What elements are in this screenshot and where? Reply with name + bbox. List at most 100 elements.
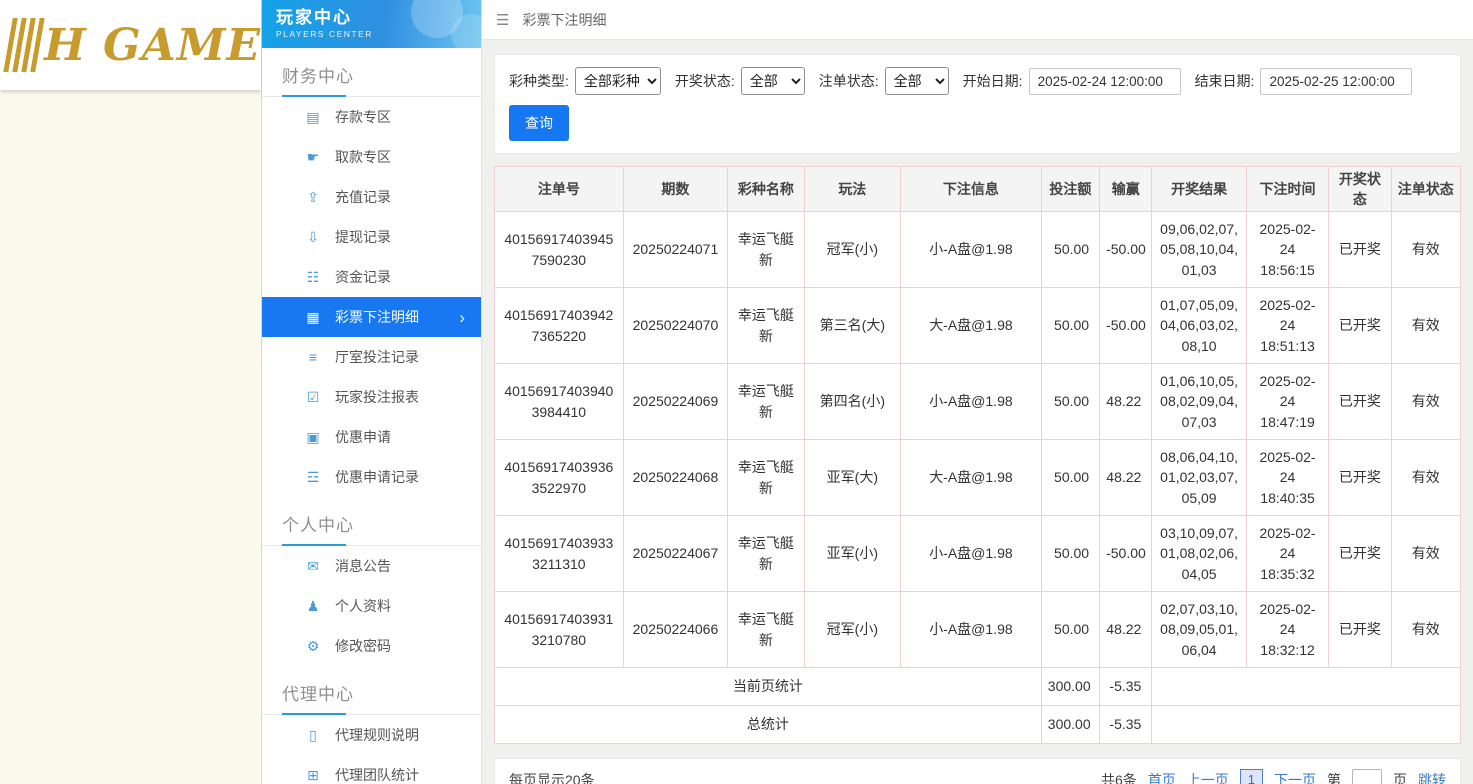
table-cell: 20250224070	[623, 288, 728, 364]
logo-text: H GAME	[44, 20, 261, 71]
table-cell: 401569174039427365220	[495, 288, 624, 364]
sidebar-item-withdrawal-record[interactable]: ⇩提现记录	[262, 217, 481, 257]
lottery-bet-detail-icon: ▦	[304, 309, 322, 326]
jump-button[interactable]: 跳转	[1418, 770, 1446, 784]
sidebar-item-label: 取款专区	[335, 147, 391, 167]
end-date-input[interactable]	[1260, 68, 1412, 95]
table-cell: 小-A盘@1.98	[901, 592, 1042, 668]
table-cell: 幸运飞艇新	[728, 212, 804, 288]
table-cell: 有效	[1391, 288, 1460, 364]
table-cell: 冠军(小)	[804, 592, 900, 668]
total-count: 共6条	[1101, 770, 1137, 784]
table-cell: 50.00	[1041, 440, 1099, 516]
table-cell: 已开奖	[1329, 440, 1391, 516]
order-status-select[interactable]: 全部	[885, 67, 949, 95]
column-header: 下注时间	[1246, 167, 1328, 212]
end-date-filter: 结束日期:	[1195, 68, 1413, 95]
sidebar-item-label: 充值记录	[335, 187, 391, 207]
summary-winloss-total: -5.35	[1100, 668, 1152, 706]
table-row: 40156917403942736522020250224070幸运飞艇新第三名…	[495, 288, 1461, 364]
sidebar-section-title: 财务中心	[262, 48, 481, 97]
recharge-record-icon: ⇪	[304, 189, 322, 206]
per-page-info: 每页显示20条	[509, 770, 595, 784]
table-cell: 2025-02-24 18:40:35	[1246, 440, 1328, 516]
sidebar-item-lottery-bet-detail[interactable]: ▦彩票下注明细›	[262, 297, 481, 337]
summary-bet-total: 300.00	[1041, 706, 1099, 744]
sidebar-item-withdraw[interactable]: ☛ 取款专区	[262, 137, 481, 177]
sidebar-item-team-stats[interactable]: ⊞代理团队统计	[262, 755, 481, 784]
sidebar-item-hall-bet-record[interactable]: ≡厅室投注记录	[262, 337, 481, 377]
team-stats-icon: ⊞	[304, 767, 322, 784]
promo-apply-record-icon: ☲	[304, 469, 322, 486]
summary-empty-cell	[1152, 706, 1461, 744]
first-page-link[interactable]: 首页	[1148, 770, 1176, 784]
sidebar-item-label: 玩家投注报表	[335, 387, 419, 407]
sidebar-item-player-bet-report[interactable]: ☑ 玩家投注报表	[262, 377, 481, 417]
search-button[interactable]: 查询	[509, 105, 569, 141]
current-page-indicator[interactable]: 1	[1240, 769, 1263, 784]
table-row: 40156917403936352297020250224068幸运飞艇新亚军(…	[495, 440, 1461, 516]
table-cell: 已开奖	[1329, 212, 1391, 288]
table-cell: -50.00	[1100, 288, 1152, 364]
sidebar-section-title: 个人中心	[262, 497, 481, 546]
table-cell: 幸运飞艇新	[728, 516, 804, 592]
table-cell: 20250224069	[623, 364, 728, 440]
next-page-link[interactable]: 下一页	[1274, 770, 1316, 784]
table-cell: 大-A盘@1.98	[901, 288, 1042, 364]
sidebar-item-bell[interactable]: ✉消息公告	[262, 546, 481, 586]
table-cell: 48.22	[1100, 364, 1152, 440]
column-header: 投注额	[1041, 167, 1099, 212]
sidebar-item-gear[interactable]: ⚙修改密码	[262, 626, 481, 666]
lottery-type-filter: 彩种类型: 全部彩种	[509, 67, 661, 95]
table-cell: 幸运飞艇新	[728, 288, 804, 364]
sidebar-item-deposit[interactable]: ▤存款专区	[262, 97, 481, 137]
bet-table-card: 注单号期数彩种名称玩法下注信息投注额输赢开奖结果下注时间开奖状态注单状态 401…	[494, 166, 1461, 744]
table-cell: 小-A盘@1.98	[901, 516, 1042, 592]
main: ☰ 彩票下注明细 彩种类型: 全部彩种 开奖状态: 全部	[482, 0, 1473, 784]
sidebar-item-promo-apply-record[interactable]: ☲优惠申请记录	[262, 457, 481, 497]
table-cell: 50.00	[1041, 592, 1099, 668]
sidebar-header: 玩家中心 PLAYERS CENTER	[262, 0, 481, 48]
sidebar-item-document[interactable]: ▯代理规则说明	[262, 715, 481, 755]
prev-page-link[interactable]: 上一页	[1187, 770, 1229, 784]
column-header: 彩种名称	[728, 167, 804, 212]
page-title: 彩票下注明细	[522, 10, 606, 30]
table-cell: 亚军(大)	[804, 440, 900, 516]
draw-status-select[interactable]: 全部	[741, 67, 805, 95]
order-status-label: 注单状态:	[819, 71, 879, 91]
sidebar-item-label: 消息公告	[335, 556, 391, 576]
menu-toggle-icon[interactable]: ☰	[496, 11, 509, 29]
column-header: 注单号	[495, 167, 624, 212]
lottery-type-select[interactable]: 全部彩种	[575, 67, 661, 95]
sidebar-item-label: 资金记录	[335, 267, 391, 287]
table-cell: -50.00	[1100, 516, 1152, 592]
table-cell: 有效	[1391, 592, 1460, 668]
table-cell: 2025-02-24 18:47:19	[1246, 364, 1328, 440]
sidebar-item-funds-record[interactable]: ☷资金记录	[262, 257, 481, 297]
page-jump-input[interactable]	[1352, 769, 1382, 784]
sidebar-item-recharge-record[interactable]: ⇪ 充值记录	[262, 177, 481, 217]
filter-panel: 彩种类型: 全部彩种 开奖状态: 全部 注单状态:	[494, 54, 1461, 154]
sidebar-item-promo-apply[interactable]: ▣优惠申请	[262, 417, 481, 457]
sidebar-section-title: 代理中心	[262, 666, 481, 715]
table-cell: 08,06,04,10,01,02,03,07,05,09	[1152, 440, 1246, 516]
sidebar-item-user[interactable]: ♟个人资料	[262, 586, 481, 626]
bet-table: 注单号期数彩种名称玩法下注信息投注额输赢开奖结果下注时间开奖状态注单状态 401…	[494, 166, 1461, 744]
table-cell: 有效	[1391, 364, 1460, 440]
document-icon: ▯	[304, 727, 322, 744]
summary-label: 总统计	[495, 706, 1042, 744]
table-row: 40156917403933321131020250224067幸运飞艇新亚军(…	[495, 516, 1461, 592]
user-icon: ♟	[304, 598, 322, 615]
withdraw-icon: ☛	[304, 149, 322, 166]
table-cell: 有效	[1391, 516, 1460, 592]
table-cell: 幸运飞艇新	[728, 364, 804, 440]
table-cell: 有效	[1391, 440, 1460, 516]
start-date-input[interactable]	[1029, 68, 1181, 95]
table-cell: 401569174039313210780	[495, 592, 624, 668]
sidebar-header-subtitle: PLAYERS CENTER	[276, 29, 481, 39]
table-cell: 第四名(小)	[804, 364, 900, 440]
table-cell: 401569174039403984410	[495, 364, 624, 440]
table-cell: 幸运飞艇新	[728, 592, 804, 668]
topbar: ☰ 彩票下注明细	[482, 0, 1473, 40]
player-bet-report-icon: ☑	[304, 389, 322, 406]
